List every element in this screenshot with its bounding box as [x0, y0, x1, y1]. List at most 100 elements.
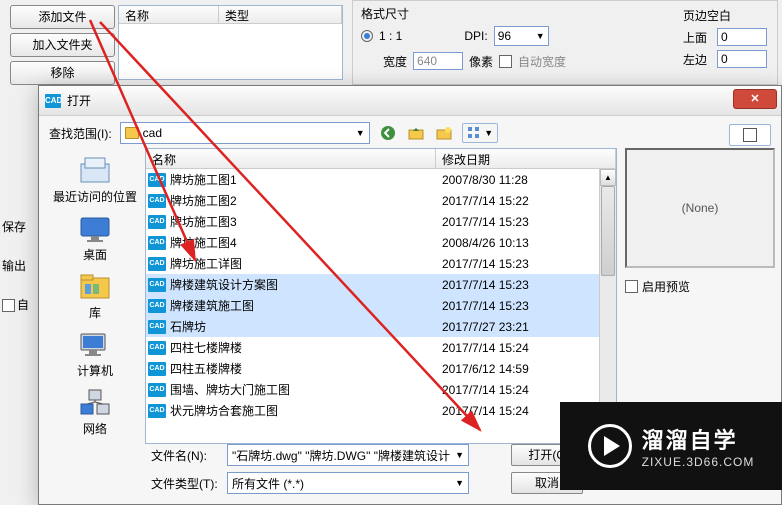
dpi-select[interactable]: 96 ▼ [494, 26, 549, 46]
dpi-value: 96 [498, 29, 511, 43]
place-recent[interactable]: 最近访问的位置 [50, 152, 140, 208]
file-row[interactable]: CAD状元牌坊合套施工图2017/7/14 15:24 [146, 400, 599, 421]
file-date: 2017/7/14 15:23 [442, 299, 599, 313]
enable-preview-label: 启用预览 [642, 278, 690, 295]
file-name: 状元牌坊合套施工图 [170, 402, 442, 419]
auto-width-checkbox[interactable] [499, 55, 512, 68]
file-row[interactable]: CAD 牌坊施工图42008/4/26 10:13 [146, 232, 599, 253]
cad-file-icon: CAD [148, 320, 166, 334]
col-type[interactable]: 类型 [219, 6, 342, 23]
watermark-url: ZIXUE.3D66.COM [642, 455, 755, 469]
header-name[interactable]: 名称 [146, 149, 436, 168]
file-date: 2008/4/26 10:13 [442, 236, 599, 250]
cad-file-icon: CAD [148, 236, 166, 250]
width-label: 宽度 [383, 53, 407, 70]
place-desktop[interactable]: 桌面 [50, 210, 140, 266]
scroll-up-button[interactable]: ▲ [600, 169, 616, 186]
place-libraries[interactable]: 库 [50, 268, 140, 324]
up-folder-icon[interactable] [406, 123, 426, 143]
ratio-radio[interactable] [361, 30, 373, 42]
place-desktop-label: 桌面 [83, 246, 107, 263]
place-network[interactable]: 网络 [50, 384, 140, 440]
file-name: 牌坊施工图4 [170, 234, 442, 251]
back-icon[interactable] [378, 123, 398, 143]
place-network-label: 网络 [83, 420, 107, 437]
cad-file-icon: CAD [148, 278, 166, 292]
cad-file-icon: CAD [148, 215, 166, 229]
place-computer[interactable]: 计算机 [50, 326, 140, 382]
new-folder-icon[interactable] [434, 123, 454, 143]
filetype-combo[interactable]: 所有文件 (*.*) ▼ [227, 472, 469, 494]
file-name: 四柱五楼牌楼 [170, 360, 442, 377]
search-tool-button[interactable] [729, 124, 771, 146]
ratio-label: 1 : 1 [379, 29, 402, 43]
cad-file-icon: CAD [148, 299, 166, 313]
file-name: 牌坊施工图1 [170, 171, 442, 188]
col-name[interactable]: 名称 [119, 6, 219, 23]
play-icon [588, 424, 632, 468]
file-name: 四柱七楼牌楼 [170, 339, 442, 356]
file-row[interactable]: CAD 牌坊施工详图2017/7/14 15:23 [146, 253, 599, 274]
place-recent-label: 最近访问的位置 [53, 188, 137, 205]
view-menu-icon[interactable]: ▼ [462, 123, 498, 143]
cad-file-icon: CAD [148, 383, 166, 397]
filename-combo[interactable]: "石牌坊.dwg" "牌坊.DWG" "牌楼建筑设计 ▼ [227, 444, 469, 466]
cad-file-icon: CAD [148, 341, 166, 355]
close-button[interactable]: ✕ [733, 89, 777, 109]
filetype-label: 文件类型(T): [151, 475, 221, 492]
file-date: 2017/7/14 15:24 [442, 341, 599, 355]
file-row[interactable]: CAD 牌楼建筑施工图2017/7/14 15:23 [146, 295, 599, 316]
file-row[interactable]: CAD牌坊施工图22017/7/14 15:22 [146, 190, 599, 211]
file-name: 牌坊施工图3 [170, 213, 442, 230]
file-date: 2017/7/14 15:24 [442, 383, 599, 397]
margin-top-label: 上面 [683, 29, 711, 46]
output-label: 输出 [2, 257, 36, 274]
file-row[interactable]: CAD 牌坊施工图32017/7/14 15:23 [146, 211, 599, 232]
add-folder-button[interactable]: 加入文件夹 [10, 33, 115, 57]
cad-file-icon: CAD [148, 362, 166, 376]
file-row[interactable]: CAD 牌楼建筑设计方案图2017/7/14 15:23 [146, 274, 599, 295]
file-name: 牌楼建筑施工图 [170, 297, 442, 314]
scroll-thumb[interactable] [601, 186, 615, 276]
file-name: 牌楼建筑设计方案图 [170, 276, 442, 293]
chevron-down-icon: ▼ [536, 31, 545, 41]
settings-panel: 格式尺寸 1 : 1 DPI: 96 ▼ 宽度 像素 自动宽度 页 [352, 0, 778, 85]
cad-file-icon: CAD [148, 257, 166, 271]
file-date: 2017/7/14 15:23 [442, 257, 599, 271]
format-size-label: 格式尺寸 [361, 5, 566, 22]
filename-label: 文件名(N): [151, 447, 221, 464]
file-name: 牌坊施工图2 [170, 192, 442, 209]
file-date: 2017/7/14 15:23 [442, 278, 599, 292]
cad-icon: CAD [45, 94, 61, 108]
auto-label: 自 [2, 296, 36, 313]
file-date: 2017/7/14 15:23 [442, 215, 599, 229]
save-label: 保存 [2, 218, 36, 235]
width-input[interactable] [413, 52, 463, 70]
left-sidebar-labels: 保存 输出 自 [2, 218, 36, 335]
auto-width-label: 自动宽度 [518, 53, 566, 70]
file-row[interactable]: CAD 围墙、牌坊大门施工图2017/7/14 15:24 [146, 379, 599, 400]
file-name: 围墙、牌坊大门施工图 [170, 381, 442, 398]
look-in-value: cad [143, 126, 352, 140]
file-name: 牌坊施工详图 [170, 255, 442, 272]
places-bar: 最近访问的位置 桌面 库 计算机 网络 [45, 148, 145, 444]
place-computer-label: 计算机 [77, 362, 113, 379]
remove-button[interactable]: 移除 [10, 61, 115, 85]
margin-top-input[interactable] [717, 28, 767, 46]
file-date: 2017/6/12 14:59 [442, 362, 599, 376]
cad-file-icon: CAD [148, 194, 166, 208]
margin-left-input[interactable] [717, 50, 767, 68]
cad-file-icon: CAD [148, 173, 166, 187]
file-row[interactable]: CAD 四柱七楼牌楼2017/7/14 15:24 [146, 337, 599, 358]
dpi-label: DPI: [464, 29, 487, 43]
add-file-button[interactable]: 添加文件 [10, 5, 115, 29]
file-row[interactable]: CAD 四柱五楼牌楼2017/6/12 14:59 [146, 358, 599, 379]
enable-preview-checkbox[interactable] [625, 280, 638, 293]
file-row[interactable]: CAD石牌坊2017/7/27 23:21 [146, 316, 599, 337]
px-label: 像素 [469, 53, 493, 70]
file-row[interactable]: CAD牌坊施工图12007/8/30 11:28 [146, 169, 599, 190]
filename-value: "石牌坊.dwg" "牌坊.DWG" "牌楼建筑设计 [232, 447, 450, 464]
look-in-combo[interactable]: cad ▼ [120, 122, 370, 144]
header-date[interactable]: 修改日期 [436, 149, 616, 168]
place-libraries-label: 库 [89, 304, 101, 321]
